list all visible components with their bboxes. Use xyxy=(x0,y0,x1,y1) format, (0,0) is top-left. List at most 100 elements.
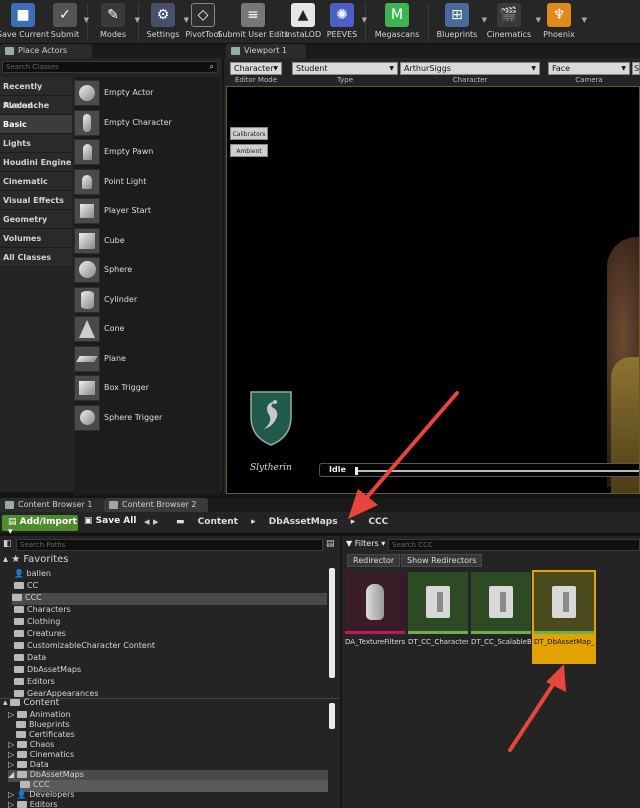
folder-icon: ▬ xyxy=(176,517,185,527)
save-all-button[interactable]: ▣ Save All xyxy=(84,516,136,526)
tab-place-actors[interactable]: Place Actors xyxy=(0,44,92,58)
category-lights[interactable]: Lights xyxy=(0,134,72,153)
favorite-item[interactable]: CC xyxy=(14,581,38,593)
search-paths-input[interactable]: Search Paths xyxy=(16,539,323,551)
asset-name: DT_CC_CharacterPieceSubTypeClassication xyxy=(408,638,468,646)
settings-button[interactable]: ⚙ Settings ▼ xyxy=(142,0,189,44)
submit-button[interactable]: ✓ Submit ▼ xyxy=(46,0,89,44)
calibrators-button[interactable]: Calibrators xyxy=(230,127,268,140)
actor-item-cone[interactable]: Cone xyxy=(74,314,220,343)
instalod-button[interactable]: ▲ InstaLOD xyxy=(284,0,322,44)
favorite-item[interactable]: CustomizableCharacter Content xyxy=(14,641,155,653)
megascans-button[interactable]: M Megascans xyxy=(369,0,425,44)
category-basic[interactable]: Basic xyxy=(0,115,72,134)
category-all-classes[interactable]: All Classes xyxy=(0,248,72,267)
chevron-down-icon[interactable]: ▼ xyxy=(84,16,89,24)
modes-button[interactable]: ✎ Modes ▼ xyxy=(91,0,140,44)
viewport-scene[interactable]: Calibrators Ambient Slytherin Idle xyxy=(226,86,640,494)
breadcrumb: ▬ Content ▸ DbAssetMaps ▸ CCC xyxy=(176,517,398,527)
search-assets-input[interactable]: Search CCC xyxy=(388,539,640,551)
view-options-icon[interactable]: ▤ xyxy=(326,539,335,549)
tab-content-browser-2[interactable]: Content Browser 2 xyxy=(104,498,208,512)
asset-tile-selected[interactable]: DT_DbAssetMap_CharacterPieceDefinition xyxy=(532,570,596,664)
asset-type-stripe xyxy=(408,631,468,634)
pivot-tool-icon: ◇ xyxy=(191,3,215,27)
category-geometry[interactable]: Geometry xyxy=(0,210,72,229)
breadcrumb-ccc[interactable]: CCC xyxy=(368,517,388,527)
favorites-header[interactable]: ▴ ★ Favorites xyxy=(3,554,69,566)
actor-item-cylinder[interactable]: Cylinder xyxy=(74,285,220,314)
favorite-item[interactable]: Editors xyxy=(14,677,55,689)
actor-item-empty-pawn[interactable]: Empty Pawn xyxy=(74,137,220,166)
submit-user-edits-button[interactable]: ≡ Submit User Edits xyxy=(217,0,289,44)
viewport-panel: Character ▼ Editor Mode Student ▼ Type Art… xyxy=(224,58,640,494)
actor-item-empty-character[interactable]: Empty Character xyxy=(74,108,220,137)
asset-tile[interactable]: DT_CC_CharacterPieceSubTypeClassication xyxy=(408,572,468,662)
actor-item-player-start[interactable]: Player Start xyxy=(74,196,220,225)
blueprints-icon: ⊞ xyxy=(445,3,469,27)
type-dropdown[interactable]: Student ▼ xyxy=(292,62,398,75)
favorite-item[interactable]: Creatures xyxy=(14,629,66,641)
category-recently-placed[interactable]: Recently Placed xyxy=(0,77,72,110)
character-dropdown[interactable]: ArthurSiggs ▼ xyxy=(400,62,540,75)
search-classes-input[interactable]: Search Classes ⌕ xyxy=(2,61,218,73)
chevron-down-icon[interactable]: ▼ xyxy=(362,16,367,24)
favorite-item[interactable]: DbAssetMaps xyxy=(14,665,81,677)
show-redirectors-chip[interactable]: Show Redirectors xyxy=(401,554,483,567)
actor-item-sphere[interactable]: Sphere xyxy=(74,255,220,284)
asset-name: DT_CC_ScalableBones xyxy=(471,638,531,646)
ambient-button[interactable]: Ambient xyxy=(230,144,268,157)
favorite-item[interactable]: Clothing xyxy=(14,617,60,629)
asset-tile[interactable]: DA_TextureFilters xyxy=(345,572,405,662)
pivot-tool-button[interactable]: ◇ PivotTool xyxy=(184,0,222,44)
category-avalanche[interactable]: Avalanche xyxy=(0,96,72,115)
tab-content-browser-1[interactable]: Content Browser 1 xyxy=(0,498,104,512)
actor-item-cube[interactable]: Cube xyxy=(74,226,220,255)
back-arrow-icon[interactable]: ◂ xyxy=(144,515,150,528)
actor-item-box-trigger[interactable]: Box Trigger xyxy=(74,373,220,402)
phoenix-button[interactable]: ♆ Phoenix ▼ xyxy=(536,0,587,44)
tree-item[interactable]: ▷ Editors xyxy=(8,800,58,808)
category-houdini-engine[interactable]: Houdini Engine xyxy=(0,153,72,172)
peeves-button[interactable]: ✺ PEEVES ▼ xyxy=(322,0,367,44)
content-tree-scrollbar[interactable] xyxy=(329,703,335,729)
data-asset-icon xyxy=(366,584,384,620)
phoenix-icon: ♆ xyxy=(547,3,571,27)
category-cinematic[interactable]: Cinematic xyxy=(0,172,72,191)
playback-scrubber[interactable] xyxy=(355,467,358,475)
actor-item-plane[interactable]: Plane xyxy=(74,344,220,373)
asset-tile[interactable]: DT_CC_ScalableBones xyxy=(471,572,531,662)
breadcrumb-content[interactable]: Content xyxy=(198,517,238,527)
actor-item-sphere-trigger[interactable]: Sphere Trigger xyxy=(74,403,220,432)
chevron-down-icon[interactable]: ▼ xyxy=(135,16,140,24)
cinematics-button[interactable]: 🎬 Cinematics ▼ xyxy=(482,0,541,44)
playback-bar[interactable]: Idle xyxy=(319,463,639,477)
favorite-item[interactable]: Characters xyxy=(14,605,71,617)
favorite-item-selected[interactable]: CCC xyxy=(12,593,327,605)
category-volumes[interactable]: Volumes xyxy=(0,229,72,248)
actor-item-empty-actor[interactable]: Empty Actor xyxy=(74,78,220,107)
breadcrumb-dbassetmaps[interactable]: DbAssetMaps xyxy=(269,517,338,527)
forward-arrow-icon[interactable]: ▸ xyxy=(153,515,159,528)
filters-button[interactable]: ▼ Filters ▾ xyxy=(346,539,385,548)
category-visual-effects[interactable]: Visual Effects xyxy=(0,191,72,210)
playback-state: Idle xyxy=(329,465,346,474)
add-import-button[interactable]: ▤ Add/Import ▾ xyxy=(2,515,78,537)
editor-mode-dropdown[interactable]: Character ▼ xyxy=(230,62,282,75)
redirector-filter-chip[interactable]: Redirector xyxy=(347,554,401,567)
playback-track[interactable] xyxy=(356,470,639,472)
favorite-item[interactable]: GearAppearances xyxy=(14,689,99,697)
extra-dropdown[interactable]: S xyxy=(632,62,640,75)
save-current-button[interactable]: ■ Save Current xyxy=(0,0,49,44)
favorite-item[interactable]: 👤 ballen xyxy=(14,569,51,581)
blueprints-button[interactable]: ⊞ Blueprints ▼ xyxy=(432,0,487,44)
camera-dropdown[interactable]: Face ▼ xyxy=(548,62,630,75)
favorite-item[interactable]: Data xyxy=(14,653,46,665)
actor-item-point-light[interactable]: Point Light xyxy=(74,167,220,196)
chevron-down-icon[interactable]: ▼ xyxy=(582,16,587,24)
tab-viewport[interactable]: Viewport 1 xyxy=(226,44,306,58)
folder-icon xyxy=(14,678,24,685)
content-root[interactable]: ▴ Content xyxy=(3,698,59,710)
favorites-scrollbar[interactable] xyxy=(329,568,335,678)
sources-toggle-icon[interactable]: ◧ xyxy=(3,539,12,549)
